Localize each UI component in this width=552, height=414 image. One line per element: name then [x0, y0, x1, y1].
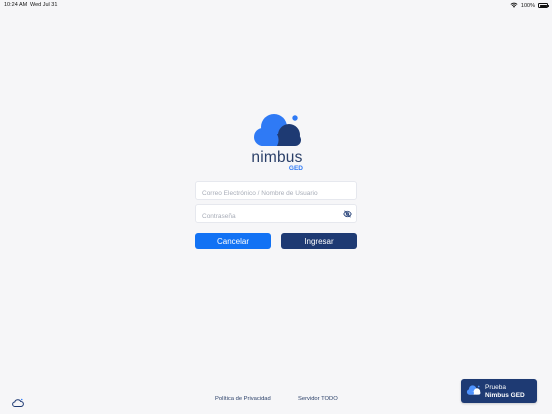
cloud-logo-icon: [466, 385, 481, 395]
battery-level: [539, 4, 547, 7]
trial-label-line2: Nimbus GED: [485, 391, 525, 399]
battery-percent: 100%: [520, 2, 535, 9]
password-field[interactable]: [195, 204, 357, 225]
wifi-icon: [510, 2, 518, 10]
email-field[interactable]: [195, 181, 357, 202]
cloud-icon[interactable]: [12, 395, 24, 407]
status-time: 10:24 AM: [4, 2, 28, 8]
battery-icon: [538, 3, 549, 8]
nimbus-logo: nimbus GED: [249, 112, 305, 174]
trial-nimbus-button[interactable]: Prueba Nimbus GED: [461, 379, 537, 403]
eye-slash-icon[interactable]: [342, 209, 352, 219]
cancel-button-label: Cancelar: [216, 236, 249, 246]
privacy-policy-link[interactable]: Política de Privacidad: [215, 396, 271, 402]
status-date: Wed Jul 31: [30, 2, 58, 8]
login-button-label: Ingresar: [304, 236, 334, 246]
password-input[interactable]: [196, 208, 356, 225]
logo-subtitle: GED: [288, 165, 303, 172]
cancel-button[interactable]: Cancelar: [195, 233, 271, 249]
cloud-logo-icon: [254, 114, 301, 146]
status-bar: 10:24 AM Wed Jul 31 100%: [0, 0, 552, 10]
status-indicators: 100%: [510, 2, 549, 10]
login-button[interactable]: Ingresar: [281, 233, 357, 249]
email-input[interactable]: [196, 185, 356, 202]
trial-label-line1: Prueba: [485, 384, 506, 391]
server-link[interactable]: Servidor TODO: [298, 396, 338, 402]
